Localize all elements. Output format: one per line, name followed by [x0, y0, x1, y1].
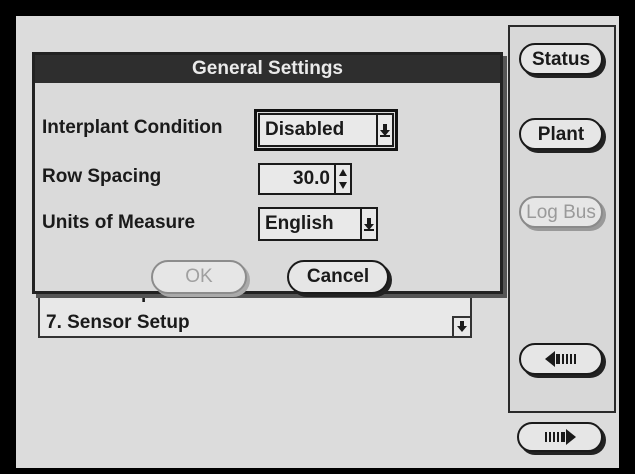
back-button[interactable] [519, 343, 603, 375]
scroll-down-arrow-icon [457, 321, 467, 332]
ok-button[interactable]: OK [151, 260, 247, 294]
units-of-measure-value: English [265, 213, 334, 234]
row-spacing-spinner[interactable]: 30.0 [258, 163, 352, 195]
back-arrow-icon [545, 351, 576, 367]
spinner-arrows-icon[interactable] [334, 165, 350, 193]
interplant-condition-value: Disabled [265, 119, 345, 140]
general-settings-dialog: General Settings Interplant Condition Di… [32, 52, 503, 294]
units-of-measure-label: Units of Measure [42, 212, 196, 233]
forward-arrow-icon [545, 429, 576, 445]
menu-item-sensor-setup[interactable]: 7. Sensor Setup [46, 312, 190, 334]
units-of-measure-select[interactable]: English [258, 207, 378, 241]
interplant-condition-label: Interplant Condition [42, 117, 223, 138]
dropdown-arrow-icon[interactable] [360, 209, 376, 239]
plant-button[interactable]: Plant [519, 118, 603, 150]
cancel-button[interactable]: Cancel [287, 260, 389, 294]
row-spacing-value: 30.0 [293, 168, 330, 189]
screen: 6. Select Speed Sensor 7. Sensor Setup S… [16, 16, 619, 468]
list-scroll-down-button[interactable] [452, 316, 470, 336]
interplant-condition-select[interactable]: Disabled [258, 113, 394, 147]
dialog-title: General Settings [35, 55, 500, 83]
dropdown-arrow-icon[interactable] [376, 115, 392, 145]
row-spacing-label: Row Spacing [42, 166, 162, 187]
forward-button[interactable] [517, 422, 603, 452]
status-button[interactable]: Status [519, 43, 603, 75]
log-bus-button[interactable]: Log Bus [519, 196, 603, 228]
side-panel: Status Plant Log Bus [508, 25, 616, 413]
